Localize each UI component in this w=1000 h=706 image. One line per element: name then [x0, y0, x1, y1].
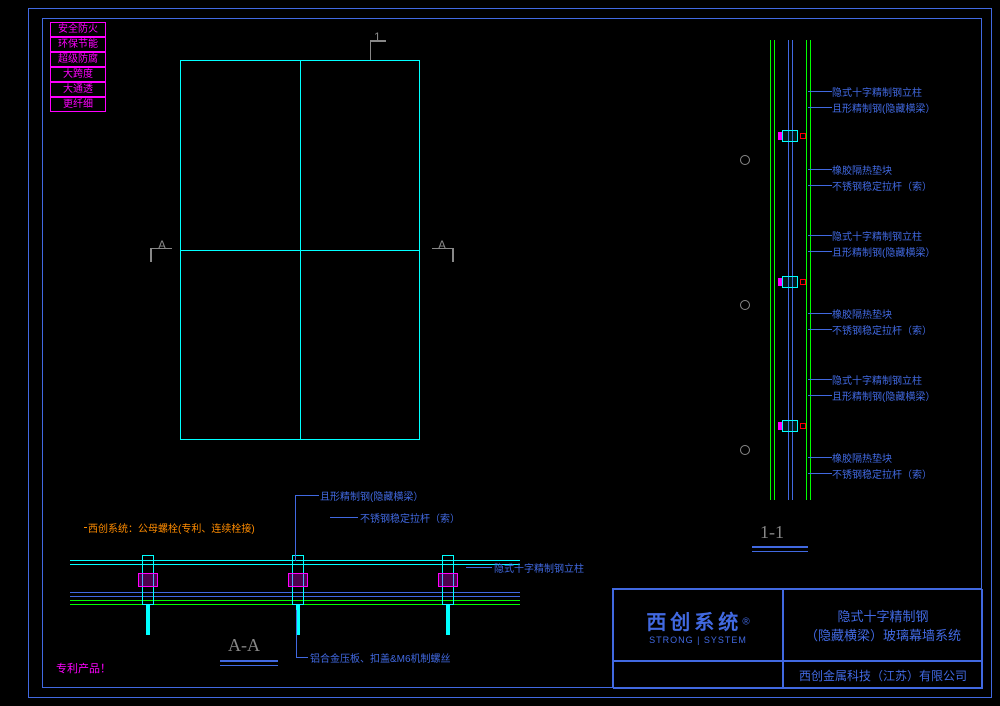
product-line-1: 隐式十字精制钢 [837, 606, 928, 625]
section-1-label: 1 [374, 30, 381, 44]
section-11-glass-right2 [810, 40, 811, 500]
circle-marker-3 [740, 445, 750, 455]
logo-main: 西创系统® [646, 606, 749, 635]
ann-3-column: 隐式十字精制钢立柱 [832, 372, 922, 387]
label-aa-underline [220, 660, 278, 662]
leader-3b [808, 395, 832, 396]
leader-2b [808, 251, 832, 252]
elevation-vline [300, 60, 301, 440]
leader-2c [808, 313, 832, 314]
tag-transparent: 大通透 [50, 82, 106, 97]
tag-span: 大跨度 [50, 67, 106, 82]
ann-2-beam: 且形精制钢(隐藏横梁） [832, 244, 935, 259]
leader-3c [808, 457, 832, 458]
ann-2-rod: 不锈钢稳定拉杆（索） [832, 322, 932, 337]
aa-joint-2 [280, 555, 320, 595]
ann-3-rod: 不锈钢稳定拉杆（索） [832, 466, 932, 481]
label-1-1-underline2 [752, 551, 808, 552]
section-11-glass-left2 [774, 40, 775, 500]
leader-2a [808, 235, 832, 236]
ann-1-beam: 且形精制钢(隐藏横梁） [832, 100, 935, 115]
tag-slim: 更纤细 [50, 97, 106, 112]
section-1-tick [370, 40, 371, 60]
leader-1d [808, 185, 832, 186]
leader-1a [808, 91, 832, 92]
section-a-left-label: A [158, 238, 166, 252]
ann-2-column: 隐式十字精制钢立柱 [832, 228, 922, 243]
label-aa-underline2 [220, 665, 278, 666]
aa-ann-aluminum: 铝合金压板、扣盖&M6机制螺丝 [310, 650, 451, 665]
ann-1-column: 隐式十字精制钢立柱 [832, 84, 922, 99]
aa-leader-beam [295, 495, 319, 496]
label-1-1-underline [752, 546, 808, 548]
aa-leader-rod [330, 517, 358, 518]
section-a-right-flag [452, 248, 454, 262]
ann-3-rubber: 橡胶隔热垫块 [832, 450, 892, 465]
aa-leader-beam-v [295, 495, 296, 561]
leader-1b [808, 107, 832, 108]
aa-joint-1 [130, 555, 170, 595]
section-a-right-label: A [438, 238, 446, 252]
section-a-left-flag [150, 248, 152, 262]
circle-marker-1 [740, 155, 750, 165]
circle-marker-2 [740, 300, 750, 310]
ann-2-rubber: 橡胶隔热垫块 [832, 306, 892, 321]
aa-ann-xichuang: 西创系统：公母螺栓(专利、连续栓接) [88, 520, 255, 535]
aa-ann-rod: 不锈钢稳定拉杆（索） [360, 510, 460, 525]
tag-eco: 环保节能 [50, 37, 106, 52]
section-11-glass-left [770, 40, 771, 500]
leader-1c [808, 169, 832, 170]
title-block: 西创系统® STRONG | SYSTEM 隐式十字精制钢 （隐藏横梁）玻璃幕墙… [612, 588, 982, 688]
leader-3a [808, 379, 832, 380]
aa-ann-column: 隐式十字精制钢立柱 [494, 560, 584, 575]
aa-ann-beam: 且形精制钢(隐藏横梁） [320, 488, 423, 503]
tag-safety: 安全防火 [50, 22, 106, 37]
label-aa: A-A [228, 635, 260, 656]
ann-1-rod: 不锈钢稳定拉杆（索） [832, 178, 932, 193]
product-line-2: （隐藏横梁）玻璃幕墙系统 [805, 625, 961, 644]
leader-3d [808, 473, 832, 474]
tag-anticorrosion: 超级防腐 [50, 52, 106, 67]
aa-leader-alu-v [296, 610, 297, 657]
company-name: 西创金属科技（江苏）有限公司 [783, 661, 983, 689]
aa-joint-3 [430, 555, 470, 595]
label-1-1: 1-1 [760, 522, 784, 543]
aa-leader-xc [84, 527, 87, 528]
section-11-glass-right [806, 40, 807, 500]
ann-3-beam: 且形精制钢(隐藏横梁） [832, 388, 935, 403]
aa-leader-alu [296, 657, 308, 658]
ann-1-rubber: 橡胶隔热垫块 [832, 162, 892, 177]
leader-2d [808, 329, 832, 330]
patent-label: 专利产品！ [56, 660, 111, 676]
logo-sub: STRONG | SYSTEM [649, 635, 747, 645]
aa-leader-col [466, 567, 492, 568]
